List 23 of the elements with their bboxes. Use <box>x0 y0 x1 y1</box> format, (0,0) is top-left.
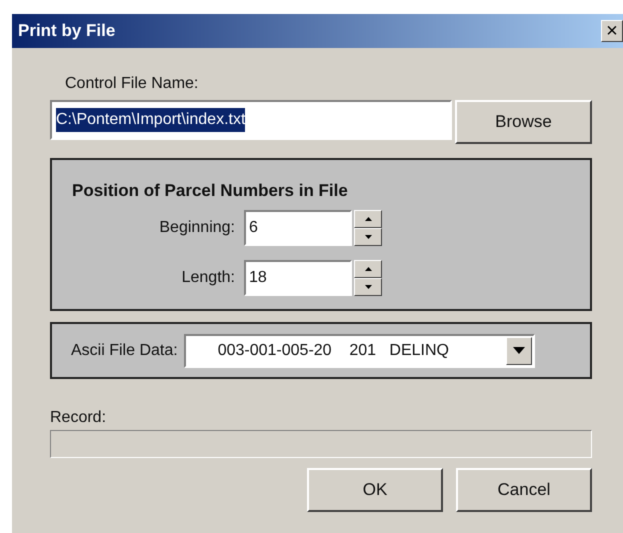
ascii-data-label: Ascii File Data: <box>71 340 178 360</box>
record-label: Record: <box>50 409 106 426</box>
ascii-data-dropdown[interactable]: 003-001-005-20 201 DELINQ <box>184 334 535 368</box>
up-arrow-icon <box>364 267 372 271</box>
cancel-button[interactable]: Cancel <box>456 468 592 512</box>
field-label: Beginning: <box>158 218 235 238</box>
spin-up-button[interactable] <box>354 260 382 278</box>
ok-button[interactable]: OK <box>307 468 443 512</box>
spin-up-button[interactable] <box>354 210 382 228</box>
down-arrow-icon <box>364 285 372 289</box>
spin-down-button[interactable] <box>354 228 382 246</box>
up-arrow-icon <box>364 217 372 221</box>
close-button[interactable]: × <box>601 20 623 42</box>
browse-button[interactable]: Browse <box>455 100 592 144</box>
field-label: Length: <box>180 268 235 288</box>
control-file-field[interactable]: C:\Pontem\Import\index.txt <box>50 100 452 140</box>
number-field[interactable]: 18 <box>244 260 352 296</box>
window-title: Print by File <box>18 20 116 42</box>
spin-down-button[interactable] <box>354 278 382 296</box>
panel-title: Position of Parcel Numbers in File <box>72 180 348 202</box>
down-arrow-icon <box>364 235 372 239</box>
control-file-label: Control File Name: <box>65 75 198 92</box>
number-field[interactable]: 6 <box>244 210 352 246</box>
